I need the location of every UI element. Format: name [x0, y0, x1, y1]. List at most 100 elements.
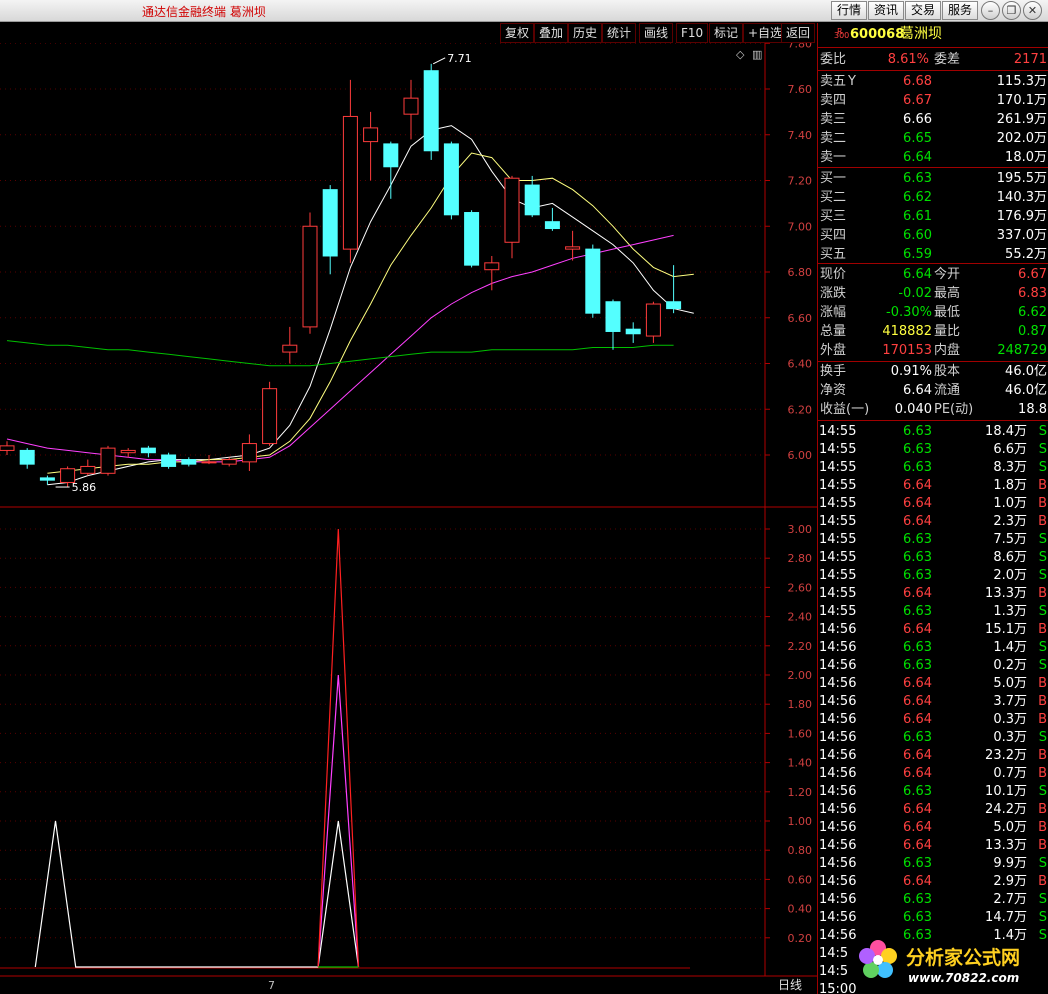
tick-time: 14:55: [819, 460, 857, 475]
nav-quotes-button[interactable]: 行情: [831, 1, 868, 20]
mark-button[interactable]: 标记: [709, 23, 744, 43]
tick-row[interactable]: 14:56 6.64 13.3万 B: [818, 837, 1048, 855]
bid-row[interactable]: 买二 6.62 140.3万: [818, 188, 1048, 207]
bid-row[interactable]: 买三 6.61 176.9万: [818, 207, 1048, 226]
tick-row[interactable]: 14:55 6.63 6.6万 S: [818, 441, 1048, 459]
tick-row[interactable]: 14:56 6.63 10.1万 S: [818, 783, 1048, 801]
candle-body-down: [39, 477, 55, 481]
tick-row[interactable]: 14:56 6.63 2.7万 S: [818, 891, 1048, 909]
tick-row[interactable]: 14:55 6.63 1.3万 S: [818, 603, 1048, 621]
ask-row[interactable]: 卖五 Y 6.68 115.3万: [818, 72, 1048, 91]
tick-row[interactable]: 14:55 6.64 13.3万 B: [818, 585, 1048, 603]
tick-row[interactable]: 14:56 6.64 24.2万 B: [818, 801, 1048, 819]
close-icon[interactable]: ✕: [1023, 1, 1042, 20]
bid-volume: 176.9万: [996, 209, 1047, 224]
candle-body-up: [100, 447, 116, 474]
stat-label: 今开: [934, 267, 961, 282]
period-label[interactable]: 日线: [778, 978, 802, 992]
bid-label: 买四: [820, 228, 847, 243]
tick-row[interactable]: 14:55 6.64 1.8万 B: [818, 477, 1048, 495]
tick-side: S: [1038, 460, 1047, 475]
indicator-tick-label: 1.00: [788, 815, 813, 828]
tick-volume: 5.0万: [993, 676, 1027, 691]
tick-time: 14:55: [819, 532, 857, 547]
tick-volume: 13.3万: [985, 586, 1027, 601]
tick-row[interactable]: 14:56 6.64 5.0万 B: [818, 675, 1048, 693]
overlay-button[interactable]: 叠加: [534, 23, 569, 43]
bid-row[interactable]: 买五 6.59 55.2万: [818, 245, 1048, 264]
history-button[interactable]: 历史: [568, 23, 603, 43]
tick-row[interactable]: 14:56 6.63 14.7万 S: [818, 909, 1048, 927]
stat-label: 内盘: [934, 343, 961, 358]
bid-row[interactable]: 买四 6.60 337.0万: [818, 226, 1048, 245]
finance-row: 换手 0.91% 股本 46.0亿: [818, 362, 1048, 381]
tick-time: 14:56: [819, 694, 857, 709]
nav-service-button[interactable]: 服务: [942, 1, 979, 20]
tick-volume: 6.6万: [993, 442, 1027, 457]
tick-row[interactable]: 14:55 6.64 2.3万 B: [818, 513, 1048, 531]
tick-row[interactable]: 14:56 6.64 5.0万 B: [818, 819, 1048, 837]
candle-body-down: [625, 328, 641, 335]
tick-price: 6.64: [903, 820, 932, 835]
candle-body-up: [201, 461, 217, 464]
candle-body-down: [140, 447, 156, 454]
tick-volume: 2.3万: [993, 514, 1027, 529]
ask-row[interactable]: 卖二 6.65 202.0万: [818, 129, 1048, 148]
candle-body-up: [484, 262, 500, 271]
candle-body-up: [363, 127, 379, 143]
tick-row[interactable]: 14:56 6.64 15.1万 B: [818, 621, 1048, 639]
tick-row[interactable]: 14:56 6.64 0.3万 B: [818, 711, 1048, 729]
tick-side: S: [1038, 856, 1047, 871]
nav-trade-button[interactable]: 交易: [905, 1, 942, 20]
tick-row[interactable]: 14:55 6.63 2.0万 S: [818, 567, 1048, 585]
stat-row: 涨幅 -0.30% 最低 6.62: [818, 303, 1048, 322]
stock-code: 600068: [850, 27, 905, 42]
tick-row[interactable]: 14:55 6.63 18.4万 S: [818, 423, 1048, 441]
bid-row[interactable]: 买一 6.63 195.5万: [818, 169, 1048, 188]
grid-toggle-icon[interactable]: ▥: [752, 48, 762, 61]
tick-row[interactable]: 14:55 6.63 7.5万 S: [818, 531, 1048, 549]
restore-rights-button[interactable]: 复权: [500, 23, 535, 43]
kline-chart-svg[interactable]: 6.00 6.20 6.40 6.60 6.80 7.00 7.20 7.40 7.60 7.80…: [0, 43, 817, 994]
tick-row[interactable]: 14:56 6.64 3.7万 B: [818, 693, 1048, 711]
draw-line-button[interactable]: 画线: [639, 23, 674, 43]
diamond-icon[interactable]: ◇: [736, 48, 745, 61]
tick-row[interactable]: 14:56 6.63 9.9万 S: [818, 855, 1048, 873]
tick-volume: 8.6万: [993, 550, 1027, 565]
ask-row[interactable]: 卖四 6.67 170.1万: [818, 91, 1048, 110]
statistics-button[interactable]: 统计: [602, 23, 637, 43]
tick-row[interactable]: 14:56 6.64 0.7万 B: [818, 765, 1048, 783]
tick-time: 14:55: [819, 496, 857, 511]
indicator-tick-label: 0.80: [788, 844, 813, 857]
tick-row[interactable]: 14:55 6.63 8.3万 S: [818, 459, 1048, 477]
chart-panel[interactable]: 6.00 6.20 6.40 6.60 6.80 7.00 7.20 7.40 7.60 7.80…: [0, 43, 817, 994]
tick-row[interactable]: 14:56 6.64 23.2万 B: [818, 747, 1048, 765]
tick-row[interactable]: 14:56 6.64 2.9万 B: [818, 873, 1048, 891]
ask-row[interactable]: 卖一 6.64 18.0万: [818, 148, 1048, 167]
back-button[interactable]: 返回: [781, 23, 816, 43]
tick-row[interactable]: 14:55 6.63 8.6万 S: [818, 549, 1048, 567]
candle-body-up: [262, 388, 278, 445]
tick-time: 14:55: [819, 604, 857, 619]
tick-row[interactable]: 14:55 6.64 1.0万 B: [818, 495, 1048, 513]
finance-label: 净资: [820, 383, 847, 398]
tick-side: S: [1038, 640, 1047, 655]
minimize-icon[interactable]: –: [981, 1, 1000, 20]
weibi-value: 8.61%: [887, 52, 929, 67]
ask-row[interactable]: 卖三 6.66 261.9万: [818, 110, 1048, 129]
nav-news-button[interactable]: 资讯: [868, 1, 905, 20]
restore-icon[interactable]: ❐: [1002, 1, 1021, 20]
finance-label: PE(动): [934, 402, 974, 417]
tick-row[interactable]: 14:56 6.63 0.2万 S: [818, 657, 1048, 675]
indicator-tick-label: 3.00: [788, 523, 813, 536]
tick-side: S: [1038, 784, 1047, 799]
tick-time: 14:56: [819, 784, 857, 799]
tick-time: 14:55: [819, 478, 857, 493]
finance-label: 换手: [820, 364, 847, 379]
price-tick-label: 7.40: [788, 129, 813, 142]
ask-price: 6.66: [903, 112, 932, 127]
tick-row[interactable]: 14:56 6.63 1.4万 S: [818, 639, 1048, 657]
tick-row[interactable]: 14:56 6.63 0.3万 S: [818, 729, 1048, 747]
tick-side: B: [1038, 802, 1047, 817]
f10-button[interactable]: F10: [676, 23, 709, 43]
